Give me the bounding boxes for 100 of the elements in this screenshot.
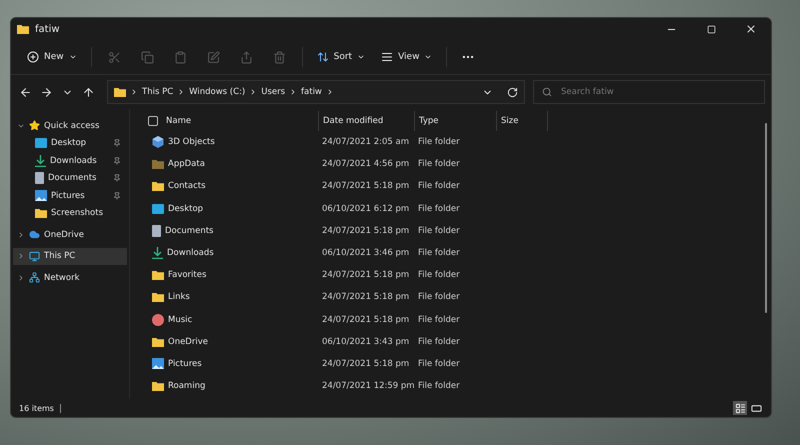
chevron-right-icon	[17, 274, 25, 282]
nav-item[interactable]: Downloads	[13, 152, 127, 170]
nav-item[interactable]: Quick access	[13, 117, 127, 134]
sort-button[interactable]: Sort	[310, 44, 372, 70]
item-count: 16 items	[19, 404, 54, 412]
chevron-right-icon	[17, 252, 25, 260]
file-name[interactable]: Contacts	[168, 181, 206, 192]
monitor-icon	[29, 250, 40, 262]
breadcrumb[interactable]: This PC	[142, 87, 174, 97]
cut-icon	[108, 50, 121, 64]
lines-icon	[381, 51, 394, 63]
plus-icon	[27, 51, 39, 63]
search-field[interactable]: Search fatiw	[533, 80, 765, 104]
file-name[interactable]: Desktop	[168, 204, 204, 214]
file-name[interactable]: Documents	[165, 226, 214, 236]
maximize-icon	[706, 24, 716, 34]
picture-icon	[35, 190, 47, 202]
trash-icon	[272, 50, 286, 64]
chevron-right-icon	[130, 88, 138, 96]
file-name[interactable]: Downloads	[167, 248, 214, 258]
chevron-right-icon	[17, 230, 25, 239]
breadcrumb[interactable]: Users	[261, 87, 286, 97]
caret-icon	[357, 53, 366, 61]
folder-icon	[152, 181, 164, 192]
column-header[interactable]: Date modified	[323, 116, 384, 126]
download-icon	[35, 154, 46, 167]
desktop-icon	[35, 138, 47, 148]
star-icon	[29, 120, 40, 132]
file-name[interactable]: 3D Objects	[168, 137, 215, 148]
cube-icon	[152, 136, 164, 148]
file-name[interactable]: OneDrive	[168, 336, 208, 347]
view-button[interactable]: View	[375, 44, 438, 70]
type-cell-text: File folder	[417, 336, 461, 347]
column-header[interactable]: Type	[419, 116, 439, 126]
type-cell-text: File folder	[417, 181, 461, 192]
nav-item[interactable]: Desktop	[13, 134, 127, 152]
file-name[interactable]: AppData	[168, 159, 205, 170]
address-bar[interactable]: This PC Windows (C:) Users fatiw	[107, 80, 525, 104]
rename-icon	[206, 50, 220, 64]
share-icon	[240, 50, 253, 64]
column-header[interactable]: Name	[166, 116, 192, 126]
date-cell-text: 24/07/2021 5:18 pm	[321, 314, 410, 325]
nav-item[interactable]: Network	[13, 269, 127, 286]
forward-icon	[40, 86, 53, 98]
date-cell-text: 06/10/2021 6:12 pm	[321, 204, 410, 214]
type-cell-text: File folder	[417, 292, 461, 302]
date-cell-text: 24/07/2021 2:05 am	[321, 137, 410, 148]
type-cell-text: File folder	[417, 270, 461, 280]
type-cell-text: File folder	[417, 226, 461, 236]
breadcrumb[interactable]: Windows (C:)	[189, 87, 246, 97]
copy-icon	[140, 50, 154, 64]
window-title: fatiw	[35, 24, 60, 34]
type-cell-text: File folder	[417, 204, 461, 214]
caret-icon	[424, 53, 432, 61]
column-header[interactable]: Size	[501, 116, 518, 126]
date-cell-text: 06/10/2021 3:46 pm	[321, 248, 410, 258]
file-name[interactable]: Pictures	[168, 358, 202, 369]
folder-icon	[152, 381, 164, 392]
type-cell-text: File folder	[417, 381, 461, 392]
scrollbar[interactable]	[765, 123, 767, 313]
file-name[interactable]: Music	[168, 314, 192, 325]
file-name[interactable]: Favorites	[168, 270, 206, 280]
music-icon	[152, 314, 164, 326]
download-icon	[152, 247, 163, 260]
type-cell-text: File folder	[417, 137, 461, 148]
network-icon	[29, 272, 40, 284]
close-icon	[745, 23, 757, 35]
date-cell-text: 24/07/2021 12:59 pm	[321, 381, 414, 392]
file-name[interactable]: Links	[168, 292, 190, 302]
folder-icon	[152, 159, 164, 170]
sort-icon	[316, 51, 329, 63]
date-cell-text: 24/07/2021 5:18 pm	[321, 292, 410, 302]
up-icon	[82, 86, 95, 98]
nav-item[interactable]: Pictures	[13, 187, 127, 204]
nav-item[interactable]: OneDrive	[13, 226, 127, 244]
search-icon	[542, 87, 552, 97]
date-cell-text: 24/07/2021 5:18 pm	[321, 181, 410, 192]
breadcrumb[interactable]: fatiw	[301, 87, 322, 97]
folder-icon	[152, 336, 164, 347]
type-cell-text: File folder	[417, 248, 461, 258]
cloud-icon	[29, 229, 40, 240]
folder-icon	[17, 24, 29, 34]
nav-item[interactable]: This PC	[13, 248, 127, 265]
folder-icon	[152, 292, 164, 302]
clipboard-icon	[174, 50, 187, 64]
document-icon	[35, 172, 44, 184]
date-cell-text: 24/07/2021 5:18 pm	[321, 226, 410, 236]
select-all-checkbox[interactable]	[148, 116, 158, 126]
rectangle-icon	[750, 402, 762, 414]
folder-icon	[114, 87, 126, 97]
refresh-icon[interactable]	[507, 86, 518, 98]
details-view-button[interactable]	[733, 401, 747, 415]
date-cell-text: 24/07/2021 5:18 pm	[321, 358, 410, 369]
nav-item[interactable]: Documents	[13, 170, 127, 187]
nav-item[interactable]: Screenshots	[13, 204, 127, 222]
type-cell-text: File folder	[417, 358, 461, 369]
file-name[interactable]: Roaming	[168, 381, 206, 392]
document-icon	[152, 224, 161, 237]
date-cell-text: 06/10/2021 3:43 pm	[321, 336, 410, 347]
new-button[interactable]: New	[21, 44, 83, 70]
